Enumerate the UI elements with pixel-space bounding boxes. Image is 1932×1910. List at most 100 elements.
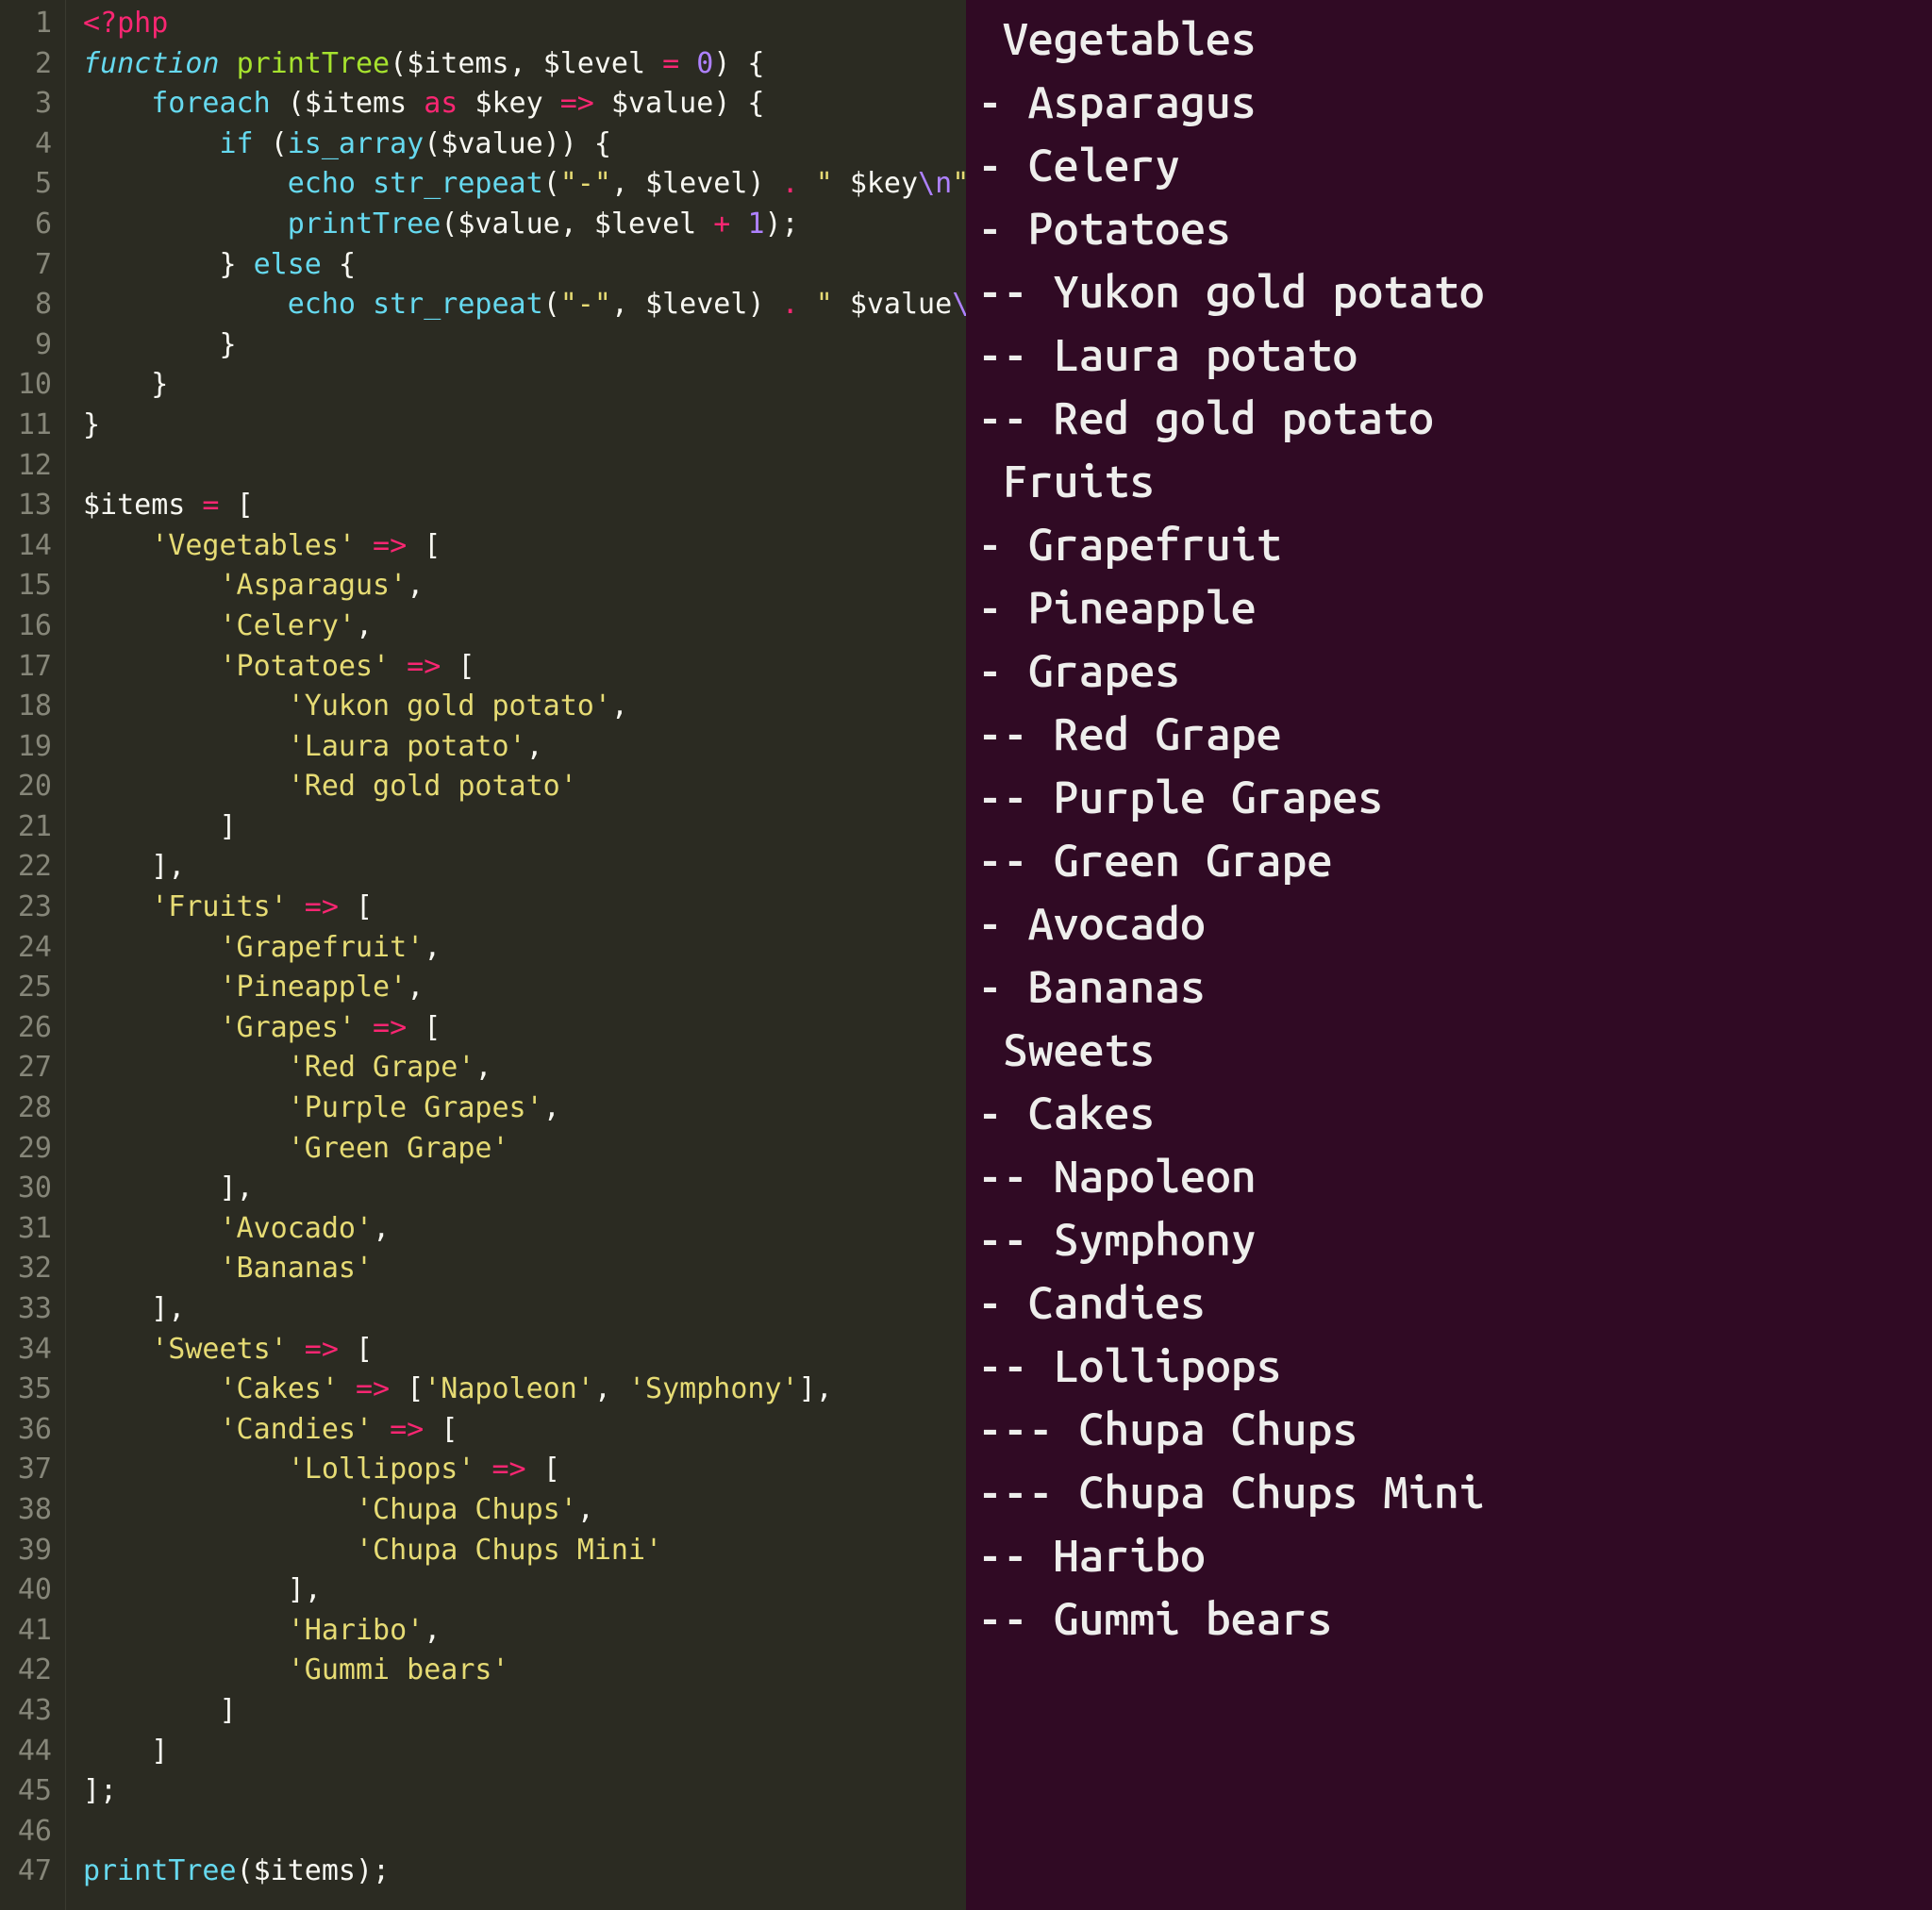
code-line[interactable] <box>83 1812 966 1852</box>
code-line[interactable]: $items = [ <box>83 486 966 526</box>
code-line[interactable]: 'Candies' => [ <box>83 1410 966 1451</box>
code-line[interactable]: ], <box>83 1570 966 1611</box>
code-line[interactable]: <?php <box>83 4 966 44</box>
line-number: 8 <box>0 285 52 325</box>
line-number: 43 <box>0 1691 52 1732</box>
line-number: 26 <box>0 1008 52 1049</box>
token-punct: , <box>526 730 543 763</box>
token-punct <box>83 1011 220 1044</box>
code-line[interactable]: 'Celery', <box>83 606 966 647</box>
code-line[interactable]: 'Asparagus', <box>83 566 966 606</box>
token-op: = <box>185 489 236 522</box>
code-line[interactable]: } <box>83 365 966 406</box>
code-line[interactable]: ], <box>83 1289 966 1330</box>
code-line[interactable]: } else { <box>83 245 966 286</box>
token-str: " <box>952 167 966 200</box>
code-line[interactable]: 'Fruits' => [ <box>83 888 966 928</box>
code-line[interactable]: 'Gummi bears' <box>83 1651 966 1691</box>
code-line[interactable]: 'Laura potato', <box>83 727 966 768</box>
code-line[interactable]: printTree($items); <box>83 1852 966 1892</box>
code-line[interactable]: } <box>83 325 966 366</box>
token-punct <box>83 971 220 1004</box>
code-line[interactable]: 'Red Grape', <box>83 1048 966 1088</box>
token-punct: ] <box>83 810 237 843</box>
token-op: => <box>356 1011 424 1044</box>
token-punct: , <box>407 971 424 1004</box>
token-punct: [ <box>424 529 441 562</box>
token-str: 'Pineapple' <box>220 971 408 1004</box>
code-line[interactable]: ] <box>83 807 966 848</box>
token-punct: , <box>509 47 543 80</box>
token-punct <box>83 529 151 562</box>
code-line[interactable]: 'Purple Grapes', <box>83 1088 966 1129</box>
code-line[interactable] <box>83 446 966 487</box>
token-punct: , <box>560 208 594 241</box>
terminal-line: -- Purple Grapes <box>977 766 1932 829</box>
token-punct <box>83 288 288 321</box>
terminal-output[interactable]: Vegetables- Asparagus- Celery- Potatoes-… <box>966 0 1932 1910</box>
token-esc: \n <box>918 167 952 200</box>
line-number: 28 <box>0 1088 52 1129</box>
token-op: . <box>782 167 816 200</box>
code-line[interactable]: 'Chupa Chups', <box>83 1490 966 1531</box>
code-line[interactable]: 'Grapefruit', <box>83 928 966 969</box>
code-line[interactable]: 'Sweets' => [ <box>83 1330 966 1370</box>
token-kwni: echo <box>288 288 373 321</box>
code-line[interactable]: 'Chupa Chups Mini' <box>83 1531 966 1571</box>
line-number-gutter: 1234567891011121314151617181920212223242… <box>0 0 66 1910</box>
code-line[interactable]: ] <box>83 1691 966 1732</box>
code-line[interactable]: 'Bananas' <box>83 1249 966 1289</box>
token-punct: [ <box>356 1333 373 1366</box>
token-punct <box>83 1534 356 1567</box>
line-number: 24 <box>0 928 52 969</box>
code-line[interactable]: ] <box>83 1732 966 1772</box>
line-number: 41 <box>0 1611 52 1652</box>
code-line[interactable]: echo str_repeat("-", $level) . " $key\n"… <box>83 164 966 205</box>
line-number: 36 <box>0 1410 52 1451</box>
code-line[interactable]: 'Haribo', <box>83 1611 966 1652</box>
terminal-line: -- Red gold potato <box>977 387 1932 450</box>
code-line[interactable]: ]; <box>83 1771 966 1812</box>
code-line[interactable]: 'Grapes' => [ <box>83 1008 966 1049</box>
token-str: 'Vegetables' <box>151 529 356 562</box>
token-op: = <box>645 47 696 80</box>
token-punct <box>83 1413 220 1446</box>
line-number: 31 <box>0 1209 52 1250</box>
terminal-line: --- Chupa Chups Mini <box>977 1461 1932 1524</box>
token-punct: ], <box>83 1171 254 1204</box>
token-punct: [ <box>441 1413 458 1446</box>
code-line[interactable]: } <box>83 406 966 446</box>
code-line[interactable]: 'Pineapple', <box>83 968 966 1008</box>
code-line[interactable]: ], <box>83 1169 966 1209</box>
token-punct: , <box>424 1614 441 1647</box>
code-line[interactable]: ], <box>83 847 966 888</box>
code-line[interactable]: 'Cakes' => ['Napoleon', 'Symphony'], <box>83 1370 966 1410</box>
token-str: 'Avocado' <box>220 1212 374 1245</box>
code-line[interactable]: echo str_repeat("-", $level) . " $value\… <box>83 285 966 325</box>
code-line[interactable]: 'Lollipops' => [ <box>83 1450 966 1490</box>
terminal-line: -- Gummi bears <box>977 1587 1932 1651</box>
code-line[interactable]: foreach ($items as $key => $value) { <box>83 84 966 125</box>
line-number: 30 <box>0 1169 52 1209</box>
terminal-line: - Cakes <box>977 1082 1932 1145</box>
token-str: 'Grapefruit' <box>220 931 425 964</box>
code-editor[interactable]: 1234567891011121314151617181920212223242… <box>0 0 966 1910</box>
code-line[interactable]: 'Potatoes' => [ <box>83 647 966 688</box>
token-str: 'Haribo' <box>288 1614 425 1647</box>
token-str: 'Gummi bears' <box>288 1653 509 1686</box>
token-punct: ) <box>747 167 781 200</box>
code-line[interactable]: 'Avocado', <box>83 1209 966 1250</box>
code-line[interactable]: printTree($value, $level + 1); <box>83 205 966 245</box>
token-str: 'Yukon gold potato' <box>288 689 611 722</box>
code-line[interactable]: 'Yukon gold potato', <box>83 687 966 727</box>
token-var: $value <box>458 208 559 241</box>
token-punct: ); <box>356 1854 390 1887</box>
token-punct: , <box>611 167 645 200</box>
code-line[interactable]: 'Green Grape' <box>83 1129 966 1170</box>
code-line[interactable]: 'Vegetables' => [ <box>83 526 966 567</box>
code-content[interactable]: <?phpfunction printTree($items, $level =… <box>66 0 966 1910</box>
code-line[interactable]: if (is_array($value)) { <box>83 125 966 165</box>
code-line[interactable]: 'Red gold potato' <box>83 767 966 807</box>
line-number: 14 <box>0 526 52 567</box>
code-line[interactable]: function printTree($items, $level = 0) { <box>83 44 966 85</box>
